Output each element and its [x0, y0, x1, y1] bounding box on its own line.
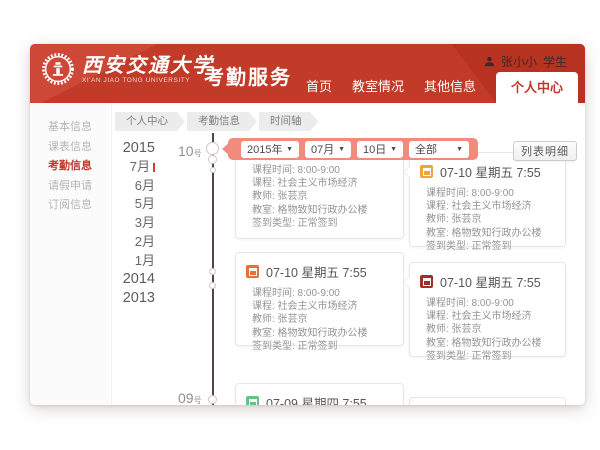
- chevron-down-icon: ▼: [390, 146, 397, 153]
- timeline-node: [208, 155, 217, 164]
- chevron-down-icon: ▼: [286, 146, 293, 153]
- card-field: 课程: 社会主义市场经济: [252, 300, 395, 313]
- timeline-month-jul[interactable]: 7月: [88, 158, 155, 177]
- breadcrumb-timeline[interactable]: 时间轴: [259, 112, 319, 131]
- card-title: 07-10 星期五 7:55: [440, 272, 541, 291]
- university-name-cn: 西安交通大学: [82, 54, 214, 77]
- timeline-year-2015[interactable]: 2015: [88, 139, 155, 158]
- timeline-node: [209, 282, 216, 289]
- card-field: 教师: 张芸京: [426, 323, 557, 336]
- card-field: 签到类型: 正常签到: [426, 240, 557, 253]
- card-field: 教师: 张芸京: [252, 313, 395, 326]
- app-header: 西安交通大学 XI'AN JIAO TONG UNIVERSITY 考勤服务 张…: [30, 44, 585, 103]
- attendance-card: 课程时间: 8:00-9:00 课程: 社会主义市场经济 教师: 张芸京 教室:…: [235, 148, 404, 239]
- timeline-month-feb[interactable]: 2月: [88, 233, 155, 252]
- user-name: 张小小: [501, 53, 537, 70]
- filter-bar: 2015年 ▼ 07月 ▼ 10日 ▼ 全部 ▼: [228, 138, 478, 160]
- card-title: 07-10 星期五 7:55: [266, 262, 367, 281]
- attendance-card: 07-09 星期四 7:55: [235, 383, 404, 405]
- attendance-card: [409, 397, 566, 405]
- nav-item-home[interactable]: 首页: [306, 76, 332, 103]
- card-field: 教师: 张芸京: [252, 190, 395, 203]
- card-field: 教室: 格物致知行政办公楼: [426, 337, 557, 350]
- breadcrumb-attendance-info[interactable]: 考勤信息: [187, 112, 257, 131]
- timeline-node: [209, 268, 216, 275]
- timeline-month-jun[interactable]: 6月: [88, 177, 155, 196]
- month-dropdown[interactable]: 07月 ▼: [305, 141, 351, 158]
- main-nav: 首页 教室情况 其他信息 个人中心: [306, 72, 578, 103]
- card-field: 课程时间: 8:00-9:00: [426, 297, 557, 310]
- type-dropdown[interactable]: 全部 ▼: [409, 141, 469, 158]
- university-logo-icon: [41, 52, 75, 86]
- university-logo: 西安交通大学 XI'AN JIAO TONG UNIVERSITY: [41, 52, 214, 86]
- nav-tab-personal-center[interactable]: 个人中心: [496, 72, 578, 103]
- calendar-icon: [420, 275, 433, 288]
- card-title: 07-10 星期五 7:55: [440, 162, 541, 181]
- card-field: 课程: 社会主义市场经济: [426, 310, 557, 323]
- breadcrumb: 个人中心 考勤信息 时间轴: [115, 112, 319, 131]
- nav-item-other-info[interactable]: 其他信息: [424, 76, 476, 103]
- user-icon: [484, 56, 495, 67]
- card-field: 课程: 社会主义市场经济: [426, 200, 557, 213]
- card-field: 课程时间: 8:00-9:00: [426, 187, 557, 200]
- timeline-day-marker-10[interactable]: 10号: [178, 143, 202, 161]
- card-field: 教室: 格物致知行政办公楼: [252, 204, 395, 217]
- timeline-node: [206, 142, 219, 155]
- card-field: 课程时间: 8:00-9:00: [252, 164, 395, 177]
- card-field: 签到类型: 正常签到: [426, 350, 557, 363]
- timeline-month-mar[interactable]: 3月: [88, 214, 155, 233]
- timeline-year-2013[interactable]: 2013: [88, 289, 155, 308]
- breadcrumb-personal-center[interactable]: 个人中心: [115, 112, 185, 131]
- card-field: 教室: 格物致知行政办公楼: [426, 227, 557, 240]
- app-title: 考勤服务: [204, 61, 292, 90]
- card-field: 签到类型: 正常签到: [252, 217, 395, 230]
- attendance-card: 07-10 星期五 7:55 课程时间: 8:00-9:00 课程: 社会主义市…: [235, 252, 404, 346]
- university-name-en: XI'AN JIAO TONG UNIVERSITY: [82, 77, 214, 84]
- calendar-icon: [246, 265, 259, 278]
- attendance-card: 07-10 星期五 7:55 课程时间: 8:00-9:00 课程: 社会主义市…: [409, 152, 566, 247]
- calendar-icon: [420, 165, 433, 178]
- timeline-month-may[interactable]: 5月: [88, 195, 155, 214]
- card-field: 课程: 社会主义市场经济: [252, 177, 395, 190]
- timeline-year-list: 2015 7月 6月 5月 3月 2月 1月 2014 2013: [88, 139, 155, 308]
- list-detail-button[interactable]: 列表明细: [513, 141, 577, 161]
- card-field: 签到类型: 正常签到: [252, 340, 395, 353]
- nav-item-classrooms[interactable]: 教室情况: [352, 76, 404, 103]
- app-window: 西安交通大学 XI'AN JIAO TONG UNIVERSITY 考勤服务 张…: [30, 44, 585, 405]
- card-field: 课程时间: 8:00-9:00: [252, 287, 395, 300]
- card-field: 教师: 张芸京: [426, 213, 557, 226]
- timeline-node: [208, 395, 217, 404]
- timeline-node: [210, 167, 216, 173]
- timeline-day-marker-09[interactable]: 09号: [178, 390, 202, 405]
- chevron-down-icon: ▼: [338, 146, 345, 153]
- calendar-icon: [246, 396, 259, 405]
- year-dropdown[interactable]: 2015年 ▼: [241, 141, 299, 158]
- sidebar-item-basic-info[interactable]: 基本信息: [30, 118, 111, 138]
- timeline-year-2014[interactable]: 2014: [88, 270, 155, 289]
- card-title: 07-09 星期四 7:55: [266, 393, 367, 405]
- user-role: 学生: [543, 53, 567, 70]
- attendance-card: 07-10 星期五 7:55 课程时间: 8:00-9:00 课程: 社会主义市…: [409, 262, 566, 357]
- timeline-month-jan[interactable]: 1月: [88, 252, 155, 271]
- user-info[interactable]: 张小小 学生: [484, 53, 567, 70]
- chevron-down-icon: ▼: [456, 146, 463, 153]
- day-dropdown[interactable]: 10日 ▼: [357, 141, 403, 158]
- card-field: 教室: 格物致知行政办公楼: [252, 327, 395, 340]
